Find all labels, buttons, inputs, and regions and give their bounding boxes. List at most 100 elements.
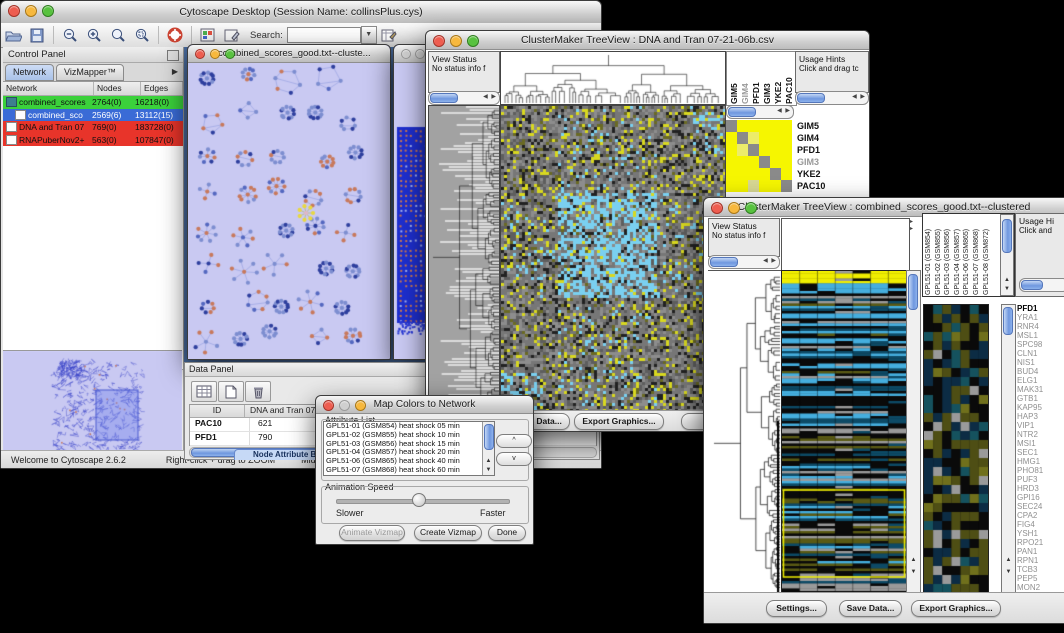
row-label[interactable]: BUD4 (1017, 367, 1064, 376)
heatmap-global-view[interactable] (781, 270, 907, 594)
minimize-button[interactable] (415, 49, 425, 59)
row-label[interactable]: MSL1 (1017, 331, 1064, 340)
row-label[interactable]: SEC1 (1017, 448, 1064, 457)
tab-overflow-icon[interactable]: ▶ (172, 63, 183, 81)
column-labels-scrollbar[interactable]: ▲ ▼ (1000, 214, 1014, 296)
move-up-button[interactable]: ^ (496, 434, 532, 448)
export-graphics-button[interactable]: Export Graphics... (574, 413, 664, 430)
row-label[interactable]: GIM5 (797, 120, 867, 132)
export-graphics-button[interactable]: Export Graphics... (911, 600, 1001, 617)
scroll-up-icon[interactable]: ▲ (907, 556, 920, 565)
scrollbar-thumb[interactable] (1003, 307, 1013, 335)
trash-icon[interactable] (245, 381, 271, 402)
row-label[interactable]: HAP3 (1017, 412, 1064, 421)
scrollbar-arrows-icon[interactable]: ◀ ▶ (483, 93, 497, 100)
zoom-button[interactable] (355, 400, 366, 411)
column-id[interactable]: ID (190, 405, 245, 417)
row-label[interactable]: PHO81 (1017, 466, 1064, 475)
annotation-icon[interactable] (220, 25, 244, 45)
search-input[interactable] (287, 27, 361, 43)
done-button[interactable]: Done (488, 525, 526, 541)
zoom-button[interactable] (467, 35, 479, 47)
scroll-down-icon[interactable]: ▼ (907, 568, 920, 577)
attribute-list[interactable]: GPL51-01 (GSM854) heat shock 05 minGPL51… (323, 421, 495, 476)
row-label[interactable]: RPO21 (1017, 538, 1064, 547)
close-button[interactable] (323, 400, 334, 411)
create-vizmap-button[interactable]: Create Vizmap (414, 525, 482, 541)
row-label[interactable]: GIM4 (797, 132, 867, 144)
row-label[interactable]: MAK31 (1017, 385, 1064, 394)
row-label[interactable]: FIG4 (1017, 520, 1064, 529)
row-label[interactable]: CLN1 (1017, 349, 1064, 358)
zoom-scrollbar[interactable]: ▲ ▼ (1001, 304, 1016, 594)
dialog-titlebar[interactable]: Map Colors to Network (316, 396, 533, 414)
row-label[interactable]: NIS1 (1017, 358, 1064, 367)
minimize-button[interactable] (450, 35, 462, 47)
scrollbar-thumb[interactable] (908, 274, 918, 310)
column-label[interactable]: GPL51-01 (GSM854) (925, 219, 935, 295)
network-list-row[interactable]: DNA and Tran 07769(0)183728(0) (3, 121, 183, 134)
hints-scrollbar[interactable]: ◀ ▶ (795, 91, 869, 105)
new-attribute-icon[interactable] (218, 381, 244, 402)
scrollbar-thumb[interactable] (710, 257, 738, 267)
row-label[interactable]: PUF3 (1017, 475, 1064, 484)
scrollbar-thumb[interactable] (1021, 280, 1043, 290)
treeview1-titlebar[interactable]: ClusterMaker TreeView : DNA and Tran 07-… (426, 31, 869, 50)
column-label[interactable]: GPL51-08 (GSM872) (983, 219, 993, 295)
open-icon[interactable] (1, 25, 25, 45)
vizmapper-icon[interactable] (196, 25, 220, 45)
status-scrollbar[interactable]: ◀ ▶ (428, 91, 500, 105)
column-label[interactable]: PFD1 (752, 56, 762, 104)
minimize-button[interactable] (728, 202, 740, 214)
close-button[interactable] (401, 49, 411, 59)
row-label[interactable]: PAC10 (797, 180, 867, 192)
save-icon[interactable] (25, 25, 49, 45)
row-dendrogram[interactable] (708, 270, 781, 593)
cluster-zoom-matrix[interactable] (726, 120, 792, 192)
network-canvas[interactable] (188, 63, 388, 359)
animate-vizmap-button[interactable]: Animate Vizmap (339, 525, 405, 541)
network-overview-panel[interactable] (3, 350, 182, 457)
zoom-button[interactable] (745, 202, 757, 214)
row-label[interactable]: RNR4 (1017, 322, 1064, 331)
close-button[interactable] (711, 202, 723, 214)
column-edges[interactable]: Edges (141, 82, 183, 95)
column-label[interactable]: GPL51-03 (GSM856) (944, 219, 954, 295)
column-dendrogram[interactable] (500, 51, 726, 105)
row-label[interactable]: PFD1 (797, 144, 867, 156)
scrollbar-thumb[interactable] (797, 93, 825, 103)
column-label[interactable]: GIM3 (763, 56, 773, 104)
scrollbar-thumb[interactable] (484, 424, 494, 450)
minimize-button[interactable] (210, 49, 220, 59)
row-label[interactable]: TCB3 (1017, 565, 1064, 574)
scrollbar-arrows-icon[interactable]: ◀ ▶ (763, 257, 777, 264)
network-list-row[interactable]: RNAPuberNov2+563(0)107847(0) (3, 134, 183, 147)
zoom-fit-icon[interactable] (106, 25, 130, 45)
scroll-up-icon[interactable]: ▲ (483, 457, 494, 466)
zoom-out-icon[interactable] (58, 25, 82, 45)
column-label[interactable]: GPL51-06 (GSM865) (963, 219, 973, 295)
row-label[interactable]: PFD1 (1017, 304, 1064, 313)
hints-scrollbar[interactable] (1019, 278, 1064, 292)
row-label[interactable]: YRA1 (1017, 313, 1064, 322)
row-label[interactable]: YKE2 (797, 168, 867, 180)
scrollbar-thumb[interactable] (1002, 219, 1012, 253)
zoom-in-icon[interactable] (82, 25, 106, 45)
scroll-up-icon[interactable]: ▲ (1001, 276, 1013, 285)
mini-arrows-icon[interactable]: ▸▸ (910, 218, 913, 232)
row-label[interactable]: SPC98 (1017, 340, 1064, 349)
network-view-titlebar[interactable]: combined_scores_good.txt--cluste... (188, 45, 390, 63)
row-label[interactable]: VIP1 (1017, 421, 1064, 430)
close-button[interactable] (195, 49, 205, 59)
scrollbar-arrows-icon[interactable]: ◀ ▶ (777, 107, 791, 114)
zoom-selected-icon[interactable] (130, 25, 154, 45)
column-label[interactable]: GPL51-07 (GSM868) (973, 219, 983, 295)
tab-vizmapper[interactable]: VizMapper™ (56, 64, 124, 81)
table-icon[interactable] (191, 381, 217, 402)
column-nodes[interactable]: Nodes (94, 82, 141, 95)
save-data-button[interactable]: Save Data... (839, 600, 902, 617)
row-label[interactable]: GTB1 (1017, 394, 1064, 403)
heatmap-scrollbar[interactable]: ▲ ▼ (906, 270, 921, 594)
row-label[interactable]: MON2 (1017, 583, 1064, 592)
row-label[interactable]: GPI16 (1017, 493, 1064, 502)
